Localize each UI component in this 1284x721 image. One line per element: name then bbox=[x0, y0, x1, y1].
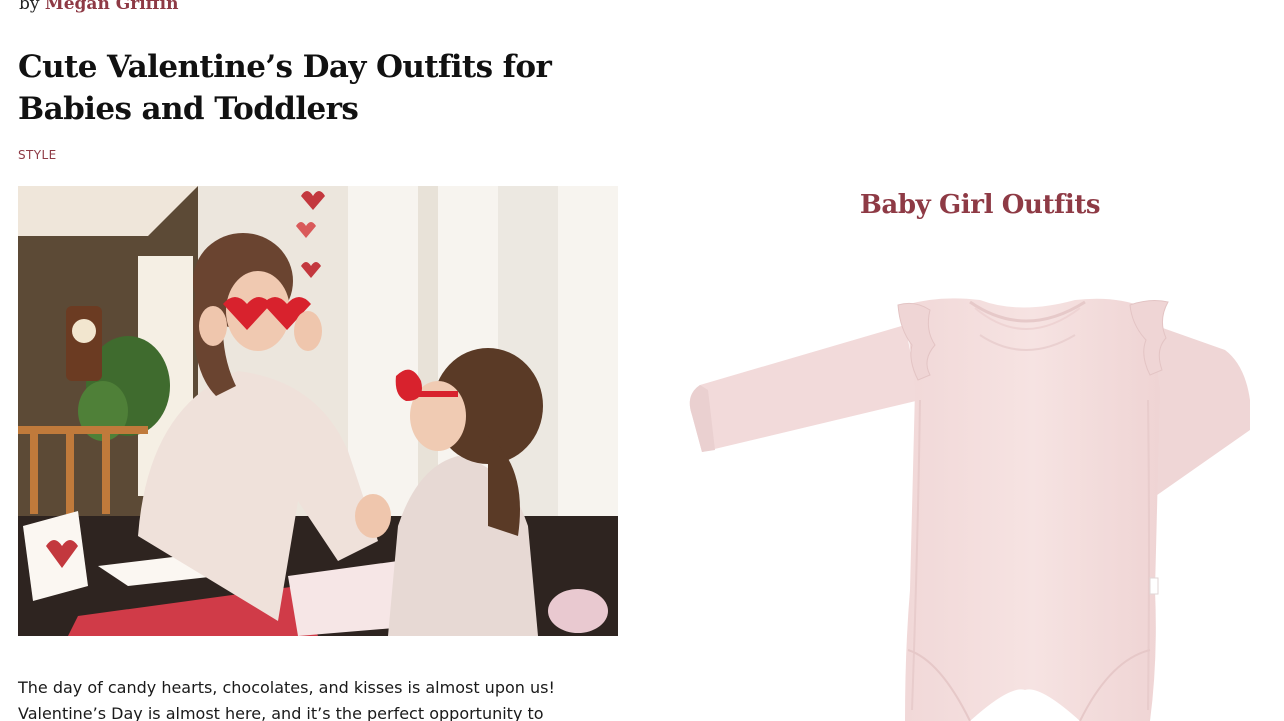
byline: by Megan Griffin bbox=[19, 0, 178, 14]
article-line-2: Valentine’s Day is almost here, and it’s… bbox=[18, 704, 544, 721]
hero-image bbox=[18, 186, 618, 636]
product-image[interactable] bbox=[680, 290, 1260, 721]
article-line-1: The day of candy hearts, chocolates, and… bbox=[18, 678, 555, 697]
article-intro: The day of candy hearts, chocolates, and… bbox=[18, 675, 618, 721]
article-title: Cute Valentine’s Day Outfits for Babies … bbox=[18, 49, 552, 127]
author-link[interactable]: Megan Griffin bbox=[45, 0, 179, 14]
category-tag-link[interactable]: STYLE bbox=[18, 148, 57, 162]
section-heading: Baby Girl Outfits bbox=[859, 190, 1101, 220]
byline-prefix: by bbox=[19, 0, 40, 14]
